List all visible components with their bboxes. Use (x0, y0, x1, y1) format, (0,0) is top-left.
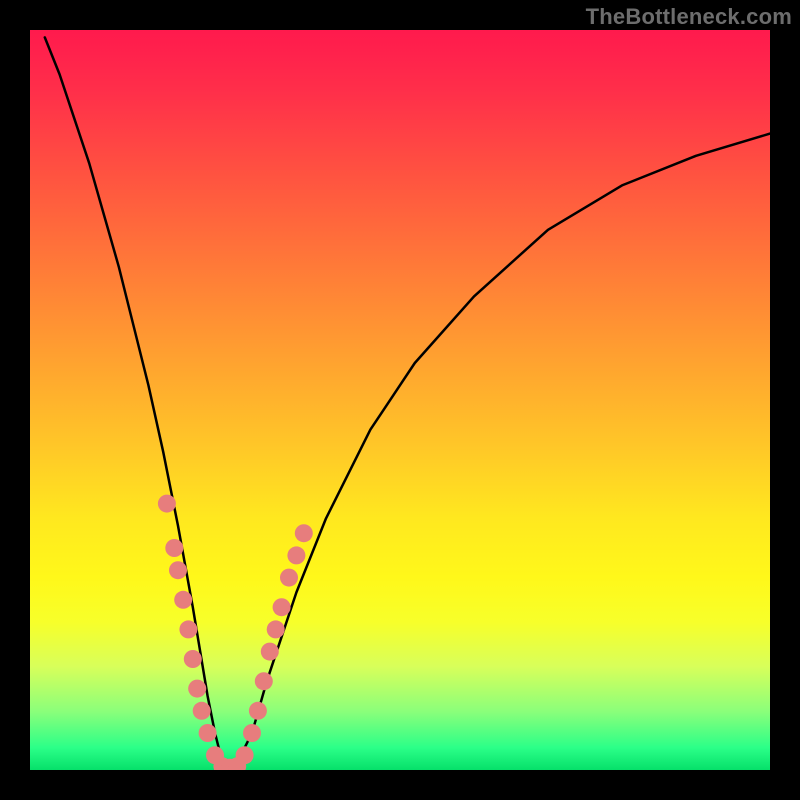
marker-dot (261, 643, 279, 661)
chart-frame: TheBottleneck.com (0, 0, 800, 800)
marker-dot (267, 620, 285, 638)
marker-dot (188, 680, 206, 698)
marker-dot (158, 495, 176, 513)
marker-dot (184, 650, 202, 668)
marker-dot (193, 702, 211, 720)
marker-dot (243, 724, 261, 742)
marker-dot (174, 591, 192, 609)
marker-dot (287, 546, 305, 564)
marker-dot (273, 598, 291, 616)
plot-area (30, 30, 770, 770)
marker-dot (169, 561, 187, 579)
chart-svg (30, 30, 770, 770)
marker-dot (236, 746, 254, 764)
marker-dot (255, 672, 273, 690)
curve-path (45, 37, 770, 770)
marker-dot (179, 620, 197, 638)
marker-dot (280, 569, 298, 587)
bottleneck-curve (45, 37, 770, 770)
marker-dot (249, 702, 267, 720)
marker-dot (165, 539, 183, 557)
marker-dot (199, 724, 217, 742)
highlight-dots (158, 495, 313, 770)
marker-dot (295, 524, 313, 542)
watermark: TheBottleneck.com (586, 4, 792, 30)
